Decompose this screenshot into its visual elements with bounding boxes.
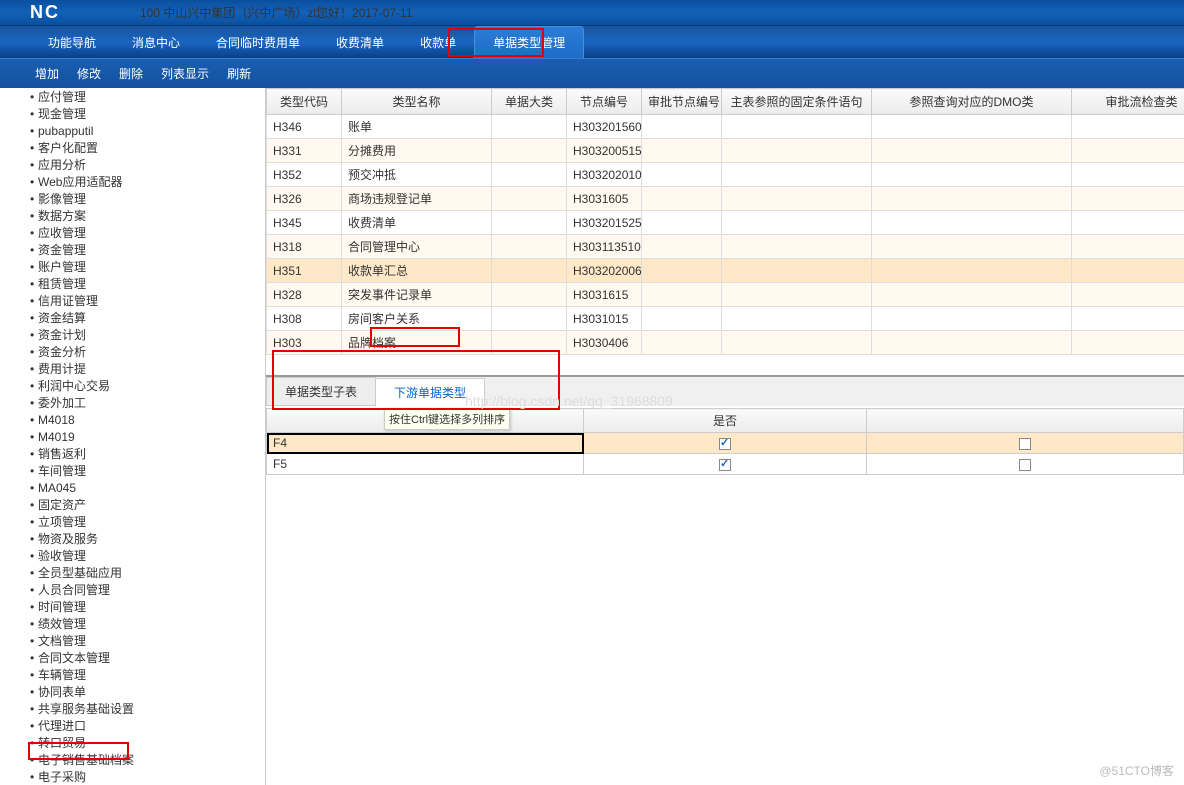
sidebar-item[interactable]: 销售返利 [0,445,265,462]
table-row[interactable]: H303品牌档案H3030406 [267,331,1184,355]
sidebar-item[interactable]: 合同文本管理 [0,649,265,666]
sidebar-item[interactable]: 转口贸易 [0,734,265,751]
sidebar-item[interactable]: 代理进口 [0,717,265,734]
sub-tab-0[interactable]: 单据类型子表 [266,377,376,406]
main-th[interactable]: 审批节点编号 [642,89,722,115]
sidebar-item[interactable]: 绩效管理 [0,615,265,632]
sidebar-item[interactable]: 资金管理 [0,241,265,258]
sidebar-item[interactable]: 应用分析 [0,156,265,173]
sidebar-item[interactable]: 全员型基础应用 [0,564,265,581]
table-row[interactable]: H328突发事件记录单H3031615 [267,283,1184,307]
main-tab-0[interactable]: 功能导航 [30,27,114,58]
sidebar-item[interactable]: 应收管理 [0,224,265,241]
sidebar-item[interactable]: 立项管理 [0,513,265,530]
checkbox-icon[interactable] [1019,438,1031,450]
main-th[interactable]: 单据大类 [492,89,567,115]
sidebar-tree[interactable]: 应付管理现金管理pubapputil客户化配置应用分析Web应用适配器影像管理数… [0,88,266,785]
main-tab-3[interactable]: 收费清单 [318,27,402,58]
sidebar-item[interactable]: 应付管理 [0,88,265,105]
table-row[interactable]: H331分摊费用H303200515 [267,139,1184,163]
sub-row[interactable]: F4 [267,433,1184,454]
sidebar-item[interactable]: Web应用适配器 [0,173,265,190]
sidebar-item[interactable]: 电子销售基础档案 [0,751,265,768]
sidebar-item[interactable]: 资金分析 [0,343,265,360]
header-title: 100 中山兴中集团（兴中广场）zl您好！2017-07-11 [140,4,413,21]
table-row[interactable]: H308房间客户关系H3031015 [267,307,1184,331]
sub-th[interactable]: 是否 [584,409,866,433]
table-row[interactable]: H345收费清单H303201525 [267,211,1184,235]
checkbox-icon[interactable] [719,459,731,471]
sidebar-item[interactable]: 现金管理 [0,105,265,122]
table-row[interactable]: H346账单H303201560 [267,115,1184,139]
sidebar-item[interactable]: 资金计划 [0,326,265,343]
main-th[interactable]: 节点编号 [567,89,642,115]
sidebar-item[interactable]: M4018 [0,411,265,428]
sub-row[interactable]: F5 [267,454,1184,475]
sidebar-item[interactable]: 车间管理 [0,462,265,479]
checkbox-icon[interactable] [1019,459,1031,471]
sidebar-item[interactable]: 委外加工 [0,394,265,411]
main-th[interactable]: 审批流检查类 [1072,89,1184,115]
main-table[interactable]: 类型代码类型名称单据大类节点编号审批节点编号主表参照的固定条件语句参照查询对应的… [266,88,1184,355]
sidebar-item[interactable]: 账户管理 [0,258,265,275]
checkbox-icon[interactable] [719,438,731,450]
sub-tab-1[interactable]: 下游单据类型 [375,378,485,407]
sidebar-item[interactable]: M4019 [0,428,265,445]
app-logo: NC [30,2,60,23]
sidebar-item[interactable]: 信用证管理 [0,292,265,309]
sidebar-item[interactable]: 验收管理 [0,547,265,564]
sub-table-wrap: 下游单据类型是否 F4F5 按住Ctrl键选择多列排序 [266,408,1184,475]
toolbar-btn-1[interactable]: 修改 [77,65,101,82]
table-row[interactable]: H351收款单汇总H303202006 [267,259,1184,283]
sidebar-item[interactable]: 影像管理 [0,190,265,207]
sidebar-item[interactable]: 车辆管理 [0,666,265,683]
main-tab-2[interactable]: 合同临时费用单 [198,27,318,58]
sidebar-item[interactable]: 物资及服务 [0,530,265,547]
sidebar-item[interactable]: 文档管理 [0,632,265,649]
toolbar: 增加 修改 删除 列表显示 刷新 [0,58,1184,88]
table-row[interactable]: H318合同管理中心H303113510 [267,235,1184,259]
table-row[interactable]: H326商场违规登记单H3031605 [267,187,1184,211]
sidebar-item[interactable]: 客户化配置 [0,139,265,156]
table-row[interactable]: H352预交冲抵H303202010 [267,163,1184,187]
sidebar-item[interactable]: 费用计提 [0,360,265,377]
sidebar-item[interactable]: 固定资产 [0,496,265,513]
main-tab-bar: 功能导航消息中心合同临时费用单收费清单收款单单据类型管理 [0,26,1184,58]
sidebar-item[interactable]: 利润中心交易 [0,377,265,394]
main-tab-5[interactable]: 单据类型管理 [474,26,584,58]
main-th[interactable]: 主表参照的固定条件语句 [722,89,872,115]
sidebar-item[interactable]: 资金结算 [0,309,265,326]
main-tab-4[interactable]: 收款单 [402,27,474,58]
sidebar-item[interactable]: 租赁管理 [0,275,265,292]
sort-hint-tooltip: 按住Ctrl键选择多列排序 [384,408,510,430]
toolbar-btn-3[interactable]: 列表显示 [161,65,209,82]
main-th[interactable]: 类型名称 [342,89,492,115]
sidebar-item[interactable]: 时间管理 [0,598,265,615]
sidebar-item[interactable]: 共享服务基础设置 [0,700,265,717]
sidebar-item[interactable]: MA045 [0,479,265,496]
toolbar-btn-4[interactable]: 刷新 [227,65,251,82]
toolbar-btn-0[interactable]: 增加 [35,65,59,82]
footer-watermark: @51CTO博客 [1099,762,1174,779]
main-table-wrap: 类型代码类型名称单据大类节点编号审批节点编号主表参照的固定条件语句参照查询对应的… [266,88,1184,355]
sub-th[interactable] [866,409,1183,433]
sidebar-item[interactable]: pubapputil [0,122,265,139]
sidebar-item[interactable]: 人员合同管理 [0,581,265,598]
app-header: NC 100 中山兴中集团（兴中广场）zl您好！2017-07-11 [0,0,1184,26]
sidebar-item[interactable]: 电子采购 [0,768,265,785]
sidebar-item[interactable]: 数据方案 [0,207,265,224]
sub-tab-bar: 单据类型子表下游单据类型 [266,375,1184,406]
sidebar-item[interactable]: 协同表单 [0,683,265,700]
main-th[interactable]: 参照查询对应的DMO类 [872,89,1072,115]
main-tab-1[interactable]: 消息中心 [114,27,198,58]
main-th[interactable]: 类型代码 [267,89,342,115]
toolbar-btn-2[interactable]: 删除 [119,65,143,82]
